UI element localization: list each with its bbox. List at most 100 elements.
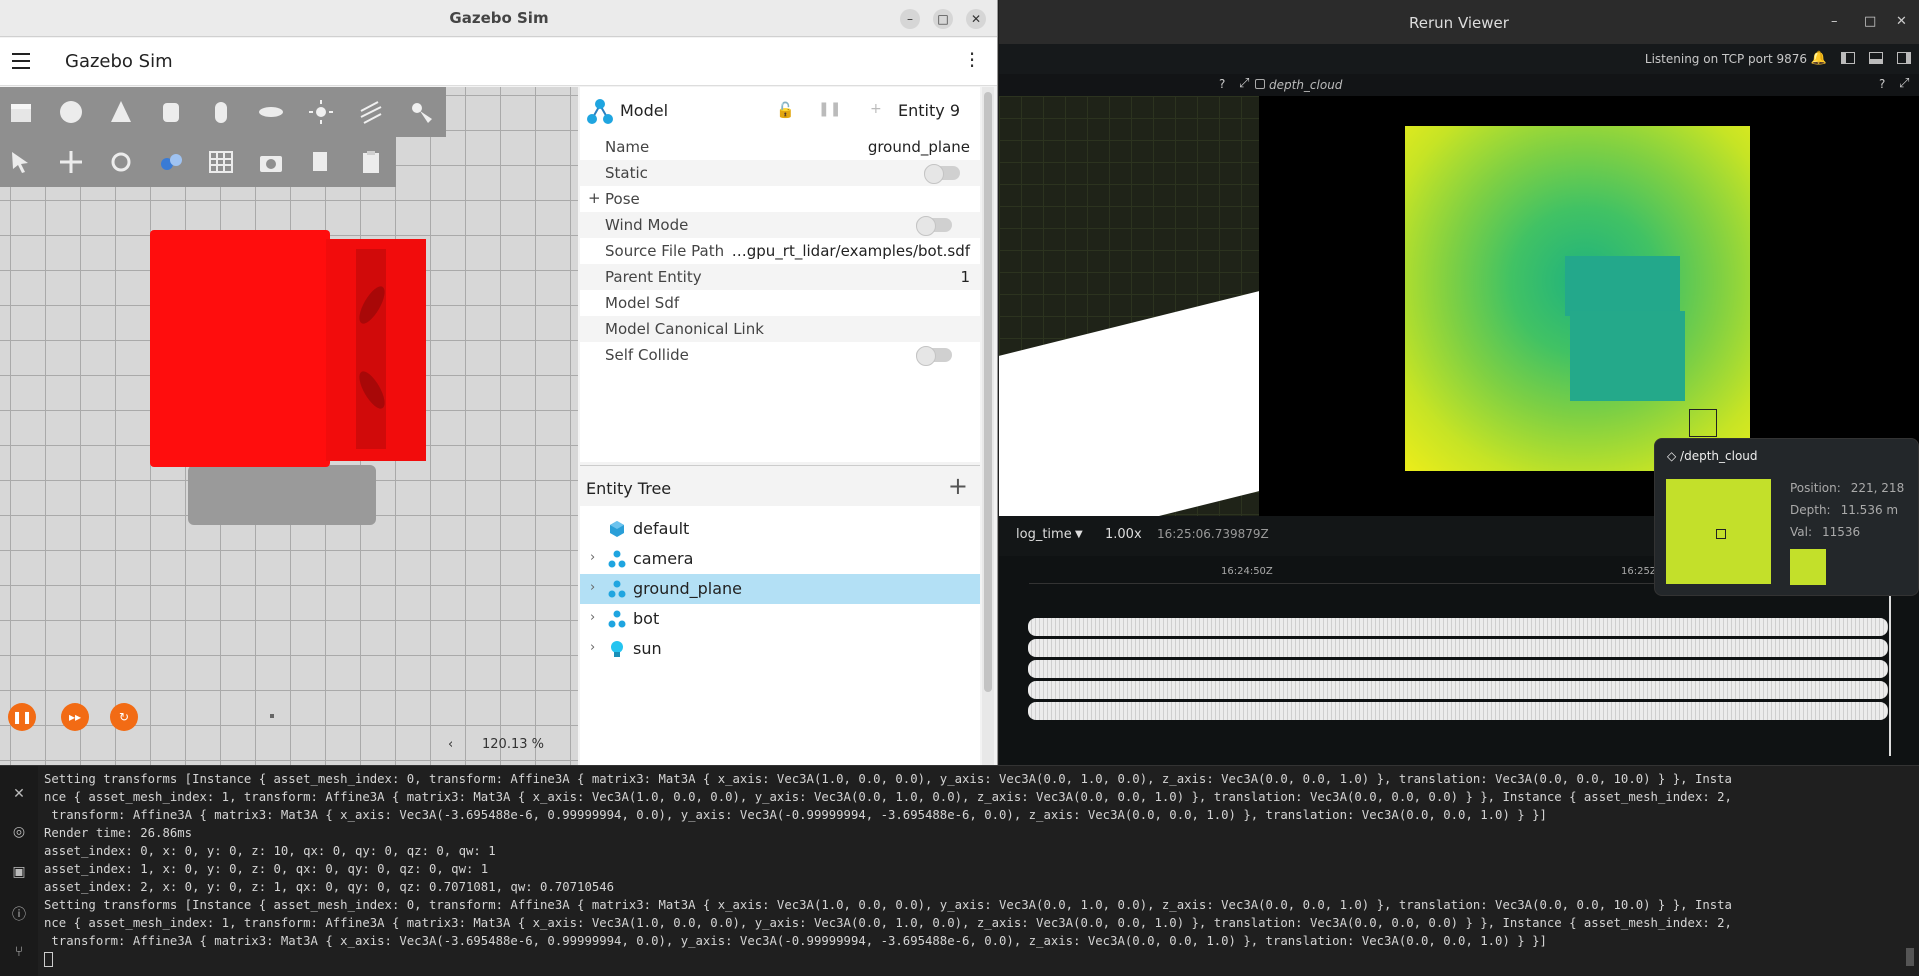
- copy-icon[interactable]: [308, 149, 334, 175]
- tree-item-camera[interactable]: › camera: [580, 544, 980, 574]
- directional-light-icon[interactable]: [358, 99, 384, 125]
- minimize-button[interactable]: –: [900, 9, 920, 29]
- debug-icon[interactable]: ◎: [10, 824, 28, 842]
- tooltip-entity-path: ◇ /depth_cloud: [1667, 449, 1758, 463]
- source-control-icon[interactable]: ⑂: [10, 944, 28, 962]
- point-light-icon[interactable]: [308, 99, 334, 125]
- timeline-selector[interactable]: log_time: [1016, 527, 1072, 542]
- tooltip-key: Val:: [1790, 525, 1813, 539]
- shapes-toolbar: [0, 87, 446, 137]
- pause-button[interactable]: ❚❚: [8, 703, 36, 731]
- robot-model-front[interactable]: [326, 239, 426, 461]
- tree-item-sun[interactable]: › sun: [580, 634, 980, 664]
- paste-icon[interactable]: [358, 149, 384, 175]
- view-tab-bar: ? ⤢ depth_cloud ? ⤢: [999, 74, 1919, 96]
- tree-item-bot[interactable]: › bot: [580, 604, 980, 634]
- box-shape-icon[interactable]: [8, 99, 34, 125]
- property-row-source-file: Source File Path …gpu_rt_lidar/examples/b…: [580, 238, 980, 264]
- cylinder-shape-icon[interactable]: [158, 99, 184, 125]
- hover-cursor-box: [1689, 409, 1717, 437]
- lock-icon[interactable]: 🔓: [776, 101, 795, 119]
- pause-update-icon[interactable]: ❚❚: [818, 101, 841, 117]
- terminal-line: asset_index: 0, x: 0, y: 0, z: 10, qx: 0…: [44, 844, 496, 858]
- reset-button[interactable]: ↻: [110, 703, 138, 731]
- tooltip-depth: Depth: 11.536 m: [1790, 503, 1898, 517]
- cone-shape-icon[interactable]: [108, 99, 134, 125]
- tree-item-ground-plane[interactable]: › ground_plane: [580, 574, 980, 604]
- expand-chevron-icon[interactable]: ›: [590, 580, 595, 595]
- property-row-parent-entity: Parent Entity 1: [580, 264, 980, 290]
- notifications-icon[interactable]: 🔔: [1811, 51, 1827, 66]
- maximize-button[interactable]: □: [933, 9, 953, 29]
- left-panel-toggle-icon[interactable]: [1841, 52, 1855, 64]
- transform-toolbar: [0, 137, 396, 187]
- problems-icon[interactable]: ⓘ: [10, 904, 28, 923]
- add-entity-icon[interactable]: +: [948, 472, 968, 500]
- rerun-titlebar: Rerun Viewer – □ ✕: [999, 0, 1919, 44]
- depth-robot-body: [1570, 311, 1685, 401]
- grid-snap-icon[interactable]: [208, 149, 234, 175]
- capsule-shape-icon[interactable]: [208, 99, 234, 125]
- collapse-chevron-icon[interactable]: ‹: [448, 737, 453, 752]
- 3d-scene[interactable]: ❚❚ ▸▸ ↻ ‹ 120.13 %: [0, 87, 578, 765]
- playback-speed[interactable]: 1.00x: [1105, 527, 1142, 542]
- static-toggle[interactable]: [924, 164, 960, 184]
- 3d-view[interactable]: [999, 96, 1259, 516]
- entity-tree-header: Entity Tree +: [580, 466, 980, 506]
- terminal-line: transform: Affine3A { matrix3: Mat3A { x…: [44, 934, 1547, 948]
- property-row-model-sdf: Model Sdf: [580, 290, 980, 316]
- robot-model-body[interactable]: [150, 230, 330, 467]
- expand-chevron-icon[interactable]: ›: [590, 610, 595, 625]
- model-icon: [608, 580, 626, 598]
- bottom-panel-toggle-icon[interactable]: [1869, 52, 1883, 64]
- tooltip-value: 11536: [1822, 525, 1861, 539]
- model-icon: [587, 99, 613, 124]
- transform-control-icon[interactable]: [158, 149, 184, 175]
- entity-tree-title: Entity Tree: [586, 479, 672, 498]
- rotate-icon[interactable]: [108, 149, 134, 175]
- terminal-line: nce { asset_mesh_index: 1, transform: Af…: [44, 916, 1732, 930]
- maximize-button[interactable]: □: [1864, 14, 1876, 29]
- expand-pose-icon[interactable]: +: [588, 189, 601, 207]
- property-row-name: Name ground_plane: [580, 134, 980, 160]
- help-icon[interactable]: ?: [1219, 77, 1225, 91]
- depth-image: [1405, 126, 1750, 471]
- maximize-view-icon[interactable]: ⤢: [1899, 76, 1909, 91]
- add-component-icon[interactable]: +: [870, 101, 882, 117]
- maximize-view-icon[interactable]: ⤢: [1239, 76, 1249, 91]
- tree-item-default[interactable]: default: [580, 514, 980, 544]
- help-icon[interactable]: ?: [1879, 77, 1885, 91]
- translate-icon[interactable]: [58, 149, 84, 175]
- view-tab-depth-cloud[interactable]: depth_cloud: [1269, 78, 1342, 92]
- close-button[interactable]: ✕: [966, 9, 986, 29]
- time-cursor[interactable]: [1889, 596, 1891, 756]
- right-panel-toggle-icon[interactable]: [1897, 52, 1911, 64]
- property-list: Name ground_plane Static + Pose Wind Mode …: [580, 134, 980, 368]
- self-collide-toggle[interactable]: [916, 346, 952, 366]
- model-icon: [608, 610, 626, 628]
- step-button[interactable]: ▸▸: [61, 703, 89, 731]
- close-button[interactable]: ✕: [1896, 14, 1907, 29]
- tooltip-value: 221, 218: [1850, 481, 1905, 495]
- hamburger-menu-icon[interactable]: [12, 53, 30, 69]
- terminal-icon[interactable]: ▣: [10, 864, 28, 882]
- sphere-shape-icon[interactable]: [58, 99, 84, 125]
- expand-chevron-icon[interactable]: ›: [590, 550, 595, 565]
- ellipsoid-shape-icon[interactable]: [258, 99, 284, 125]
- select-arrow-icon[interactable]: [8, 149, 34, 175]
- screenshot-camera-icon[interactable]: [258, 149, 284, 175]
- property-row-pose[interactable]: + Pose: [580, 186, 980, 212]
- wind-mode-toggle[interactable]: [916, 216, 952, 236]
- terminal-line: nce { asset_mesh_index: 1, transform: Af…: [44, 790, 1732, 804]
- spot-light-icon[interactable]: [408, 99, 434, 125]
- dropdown-caret-icon[interactable]: ▼: [1075, 529, 1083, 540]
- panel-scrollbar[interactable]: [982, 87, 994, 765]
- expand-chevron-icon[interactable]: ›: [590, 640, 595, 655]
- tools-icon[interactable]: ✕: [10, 786, 28, 804]
- kebab-menu-icon[interactable]: · · ·: [968, 44, 976, 76]
- terminal-cursor[interactable]: [44, 952, 53, 967]
- terminal-panel[interactable]: ✕ ◎ ▣ ⓘ ⑂ Setting transforms [Instance {…: [0, 765, 1919, 976]
- app-title: Gazebo Sim: [65, 51, 173, 72]
- minimize-button[interactable]: –: [1831, 14, 1838, 29]
- terminal-scrollbar[interactable]: [1906, 948, 1914, 966]
